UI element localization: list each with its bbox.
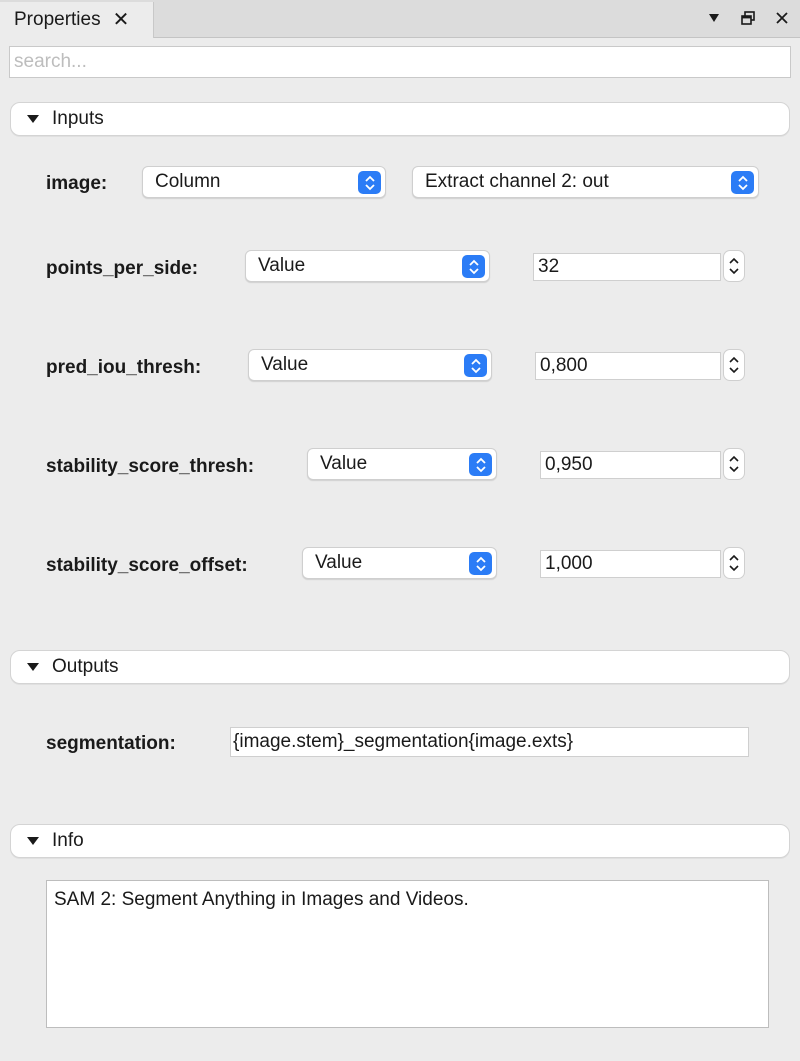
- stability-score-thresh-label: stability_score_thresh:: [46, 456, 255, 477]
- select-chevrons-icon: [464, 354, 487, 377]
- stability-score-offset-source-value: Value: [315, 552, 363, 573]
- stepper-arrows-icon: [729, 554, 739, 572]
- segmentation-input[interactable]: {image.stem}_segmentation{image.exts}: [230, 727, 749, 757]
- section-inputs-label: Inputs: [52, 108, 104, 129]
- stability-score-offset-source-select[interactable]: Value: [302, 547, 497, 579]
- pred-iou-thresh-label: pred_iou_thresh:: [46, 357, 202, 378]
- points-per-side-source-value: Value: [258, 255, 306, 276]
- pred-iou-thresh-input[interactable]: 0,800: [535, 352, 721, 380]
- search-input[interactable]: [9, 46, 791, 78]
- panel-controls: [704, 0, 792, 36]
- stability-score-thresh-source-value: Value: [320, 453, 368, 474]
- stability-score-thresh-value: 0,950: [545, 454, 593, 475]
- image-column-value: Extract channel 2: out: [425, 171, 609, 192]
- disclosure-triangle-icon: [27, 663, 39, 671]
- close-panel-icon[interactable]: [772, 8, 792, 28]
- stability-score-thresh-source-select[interactable]: Value: [307, 448, 497, 480]
- select-chevrons-icon: [469, 552, 492, 575]
- segmentation-value: {image.stem}_segmentation{image.exts}: [233, 731, 574, 752]
- stability-score-thresh-stepper[interactable]: [723, 448, 745, 480]
- section-info[interactable]: Info: [10, 824, 790, 858]
- stability-score-offset-value: 1,000: [545, 553, 593, 574]
- float-window-icon[interactable]: [738, 8, 758, 28]
- section-inputs[interactable]: Inputs: [10, 102, 790, 136]
- points-per-side-label: points_per_side:: [46, 258, 199, 279]
- stepper-arrows-icon: [729, 356, 739, 374]
- dropdown-menu-icon[interactable]: [704, 8, 724, 28]
- tab-bar: Properties ✕: [0, 0, 800, 38]
- image-label: image:: [46, 173, 108, 194]
- info-text: SAM 2: Segment Anything in Images and Vi…: [54, 889, 469, 910]
- info-text-box[interactable]: SAM 2: Segment Anything in Images and Vi…: [46, 880, 769, 1028]
- pred-iou-thresh-value: 0,800: [540, 355, 588, 376]
- select-chevrons-icon: [731, 171, 754, 194]
- select-chevrons-icon: [462, 255, 485, 278]
- points-per-side-input[interactable]: 32: [533, 253, 721, 281]
- points-per-side-value: 32: [538, 256, 560, 277]
- stability-score-thresh-input[interactable]: 0,950: [540, 451, 721, 479]
- disclosure-triangle-icon: [27, 837, 39, 845]
- segmentation-label: segmentation:: [46, 733, 176, 754]
- tab-label: Properties: [14, 9, 101, 30]
- pred-iou-thresh-source-value: Value: [261, 354, 309, 375]
- section-outputs[interactable]: Outputs: [10, 650, 790, 684]
- section-info-label: Info: [52, 830, 84, 851]
- stability-score-offset-label: stability_score_offset:: [46, 555, 248, 576]
- tab-properties[interactable]: Properties ✕: [0, 2, 154, 38]
- image-source-value: Column: [155, 171, 221, 192]
- select-chevrons-icon: [469, 453, 492, 476]
- close-icon[interactable]: ✕: [113, 10, 130, 30]
- stability-score-offset-stepper[interactable]: [723, 547, 745, 579]
- select-chevrons-icon: [358, 171, 381, 194]
- stepper-arrows-icon: [729, 455, 739, 473]
- points-per-side-source-select[interactable]: Value: [245, 250, 490, 282]
- image-column-select[interactable]: Extract channel 2: out: [412, 166, 759, 198]
- section-outputs-label: Outputs: [52, 656, 119, 677]
- stability-score-offset-input[interactable]: 1,000: [540, 550, 721, 578]
- disclosure-triangle-icon: [27, 115, 39, 123]
- pred-iou-thresh-stepper[interactable]: [723, 349, 745, 381]
- points-per-side-stepper[interactable]: [723, 250, 745, 282]
- image-source-select[interactable]: Column: [142, 166, 386, 198]
- stepper-arrows-icon: [729, 257, 739, 275]
- pred-iou-thresh-source-select[interactable]: Value: [248, 349, 492, 381]
